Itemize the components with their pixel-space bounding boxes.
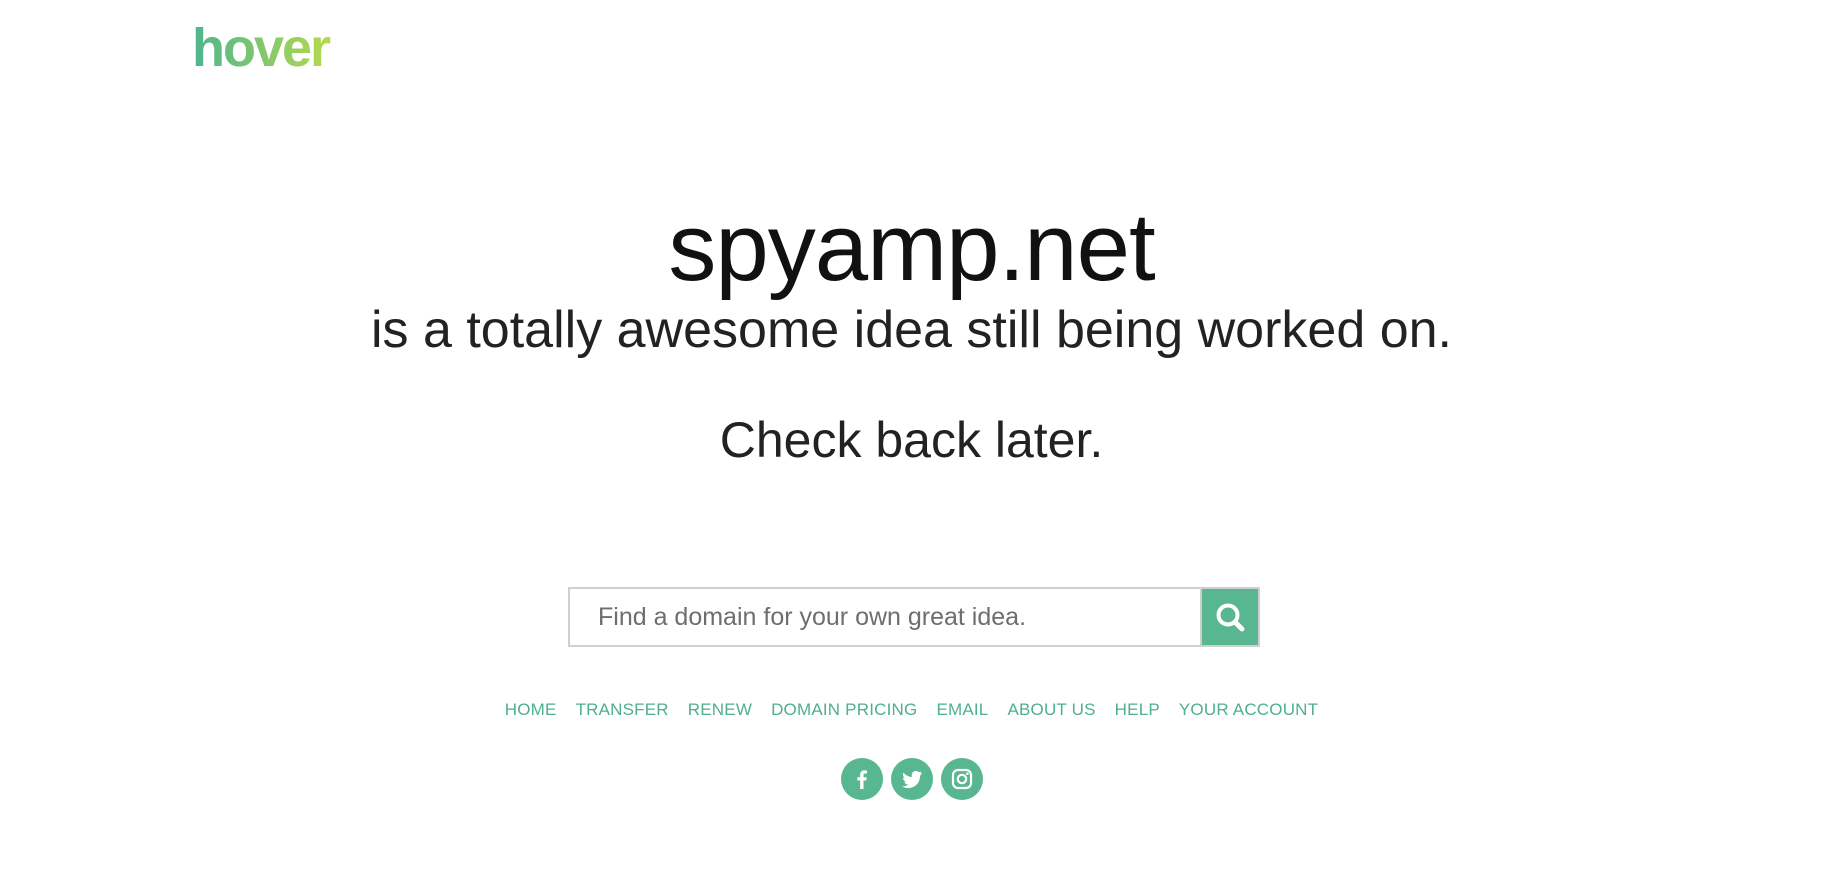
social-links [0,758,1823,800]
nav-your-account[interactable]: YOUR ACCOUNT [1179,698,1318,722]
footer-nav: HOME TRANSFER RENEW DOMAIN PRICING EMAIL… [0,698,1823,722]
facebook-link[interactable] [840,758,883,800]
nav-help[interactable]: HELP [1115,698,1160,722]
nav-email[interactable]: EMAIL [936,698,988,722]
twitter-link[interactable] [890,758,933,800]
nav-home[interactable]: HOME [505,698,557,722]
search-icon [1216,603,1245,632]
nav-domain-pricing[interactable]: DOMAIN PRICING [771,698,917,722]
search-button[interactable] [1200,587,1260,647]
nav-renew[interactable]: RENEW [688,698,752,722]
twitter-icon [901,770,922,789]
hero: spyamp.net is a totally awesome idea sti… [0,196,1823,360]
domain-search-form [568,587,1260,647]
page: hover spyamp.net is a totally awesome id… [0,0,1823,884]
instagram-icon [951,768,972,790]
tagline: is a totally awesome idea still being wo… [370,301,1452,359]
nav-transfer[interactable]: TRANSFER [576,698,669,722]
check-back-text: Check back later. [719,412,1104,468]
domain-search-input[interactable] [568,587,1200,647]
svg-text:hover: hover [192,22,331,74]
facebook-icon [856,770,867,789]
domain-title: spyamp.net [668,194,1155,301]
hover-logo[interactable]: hover [192,22,352,74]
nav-about-us[interactable]: ABOUT US [1007,698,1095,722]
instagram-link[interactable] [940,758,983,800]
